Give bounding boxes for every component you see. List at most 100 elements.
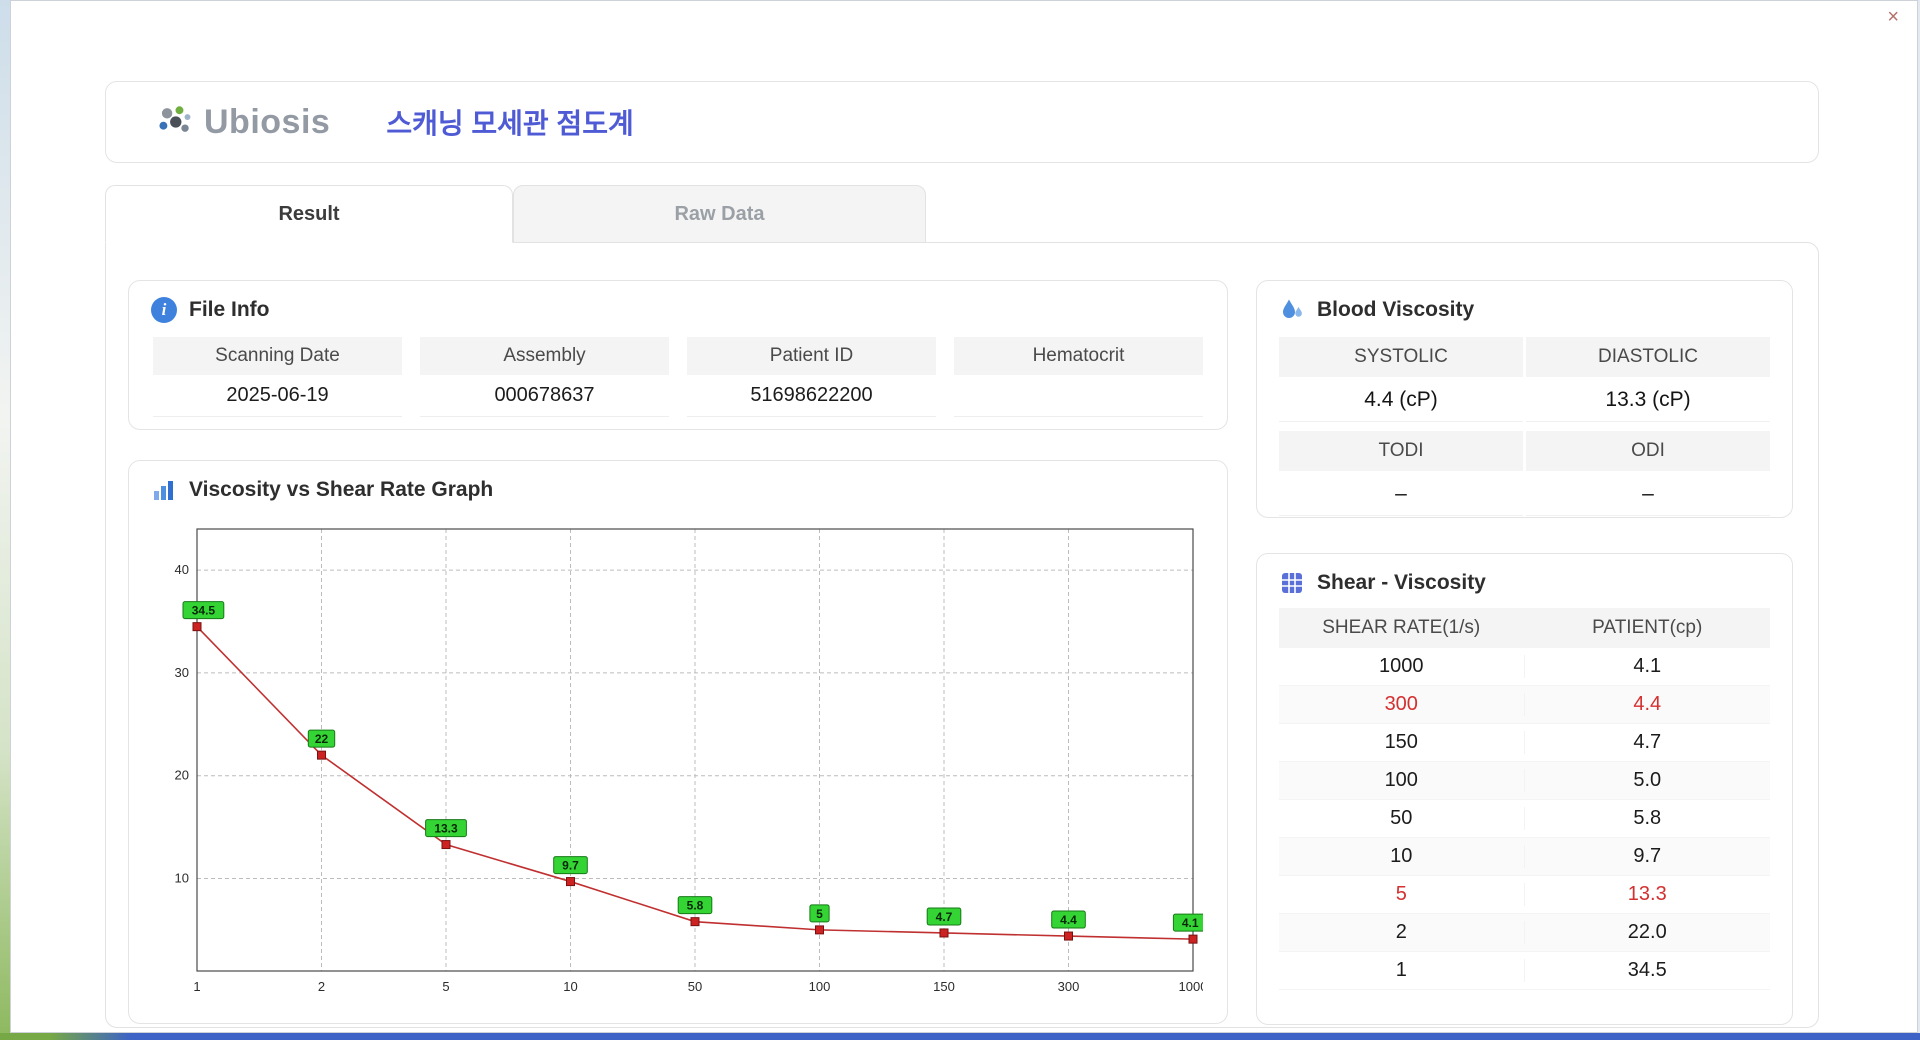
svg-text:40: 40: [175, 562, 189, 577]
blood-viscosity-header: Blood Viscosity: [1257, 281, 1792, 331]
blood-viscosity-group: TODI ODI – –: [1279, 431, 1770, 516]
svg-text:150: 150: [933, 979, 955, 994]
svg-text:5: 5: [442, 979, 449, 994]
field-label: Assembly: [420, 337, 669, 375]
app-window: × Ubiosis 스캐닝 모세관 점도계 Result Raw Data i …: [10, 0, 1918, 1033]
cell-patient: 22.0: [1627, 921, 1667, 943]
droplet-icon: [1283, 299, 1302, 318]
svg-text:34.5: 34.5: [192, 604, 216, 618]
shear-viscosity-table: SHEAR RATE(1/s) PATIENT(cp) 1000 4.1 300 4.…: [1257, 604, 1792, 990]
table-row: 1 34.5: [1279, 952, 1770, 990]
bv-label: DIASTOLIC: [1526, 337, 1770, 377]
table-body: 1000 4.1 300 4.4 150 4.7 100 5.0 50 5.8 10 9.7 5 13.3…: [1279, 648, 1770, 990]
svg-text:30: 30: [175, 665, 189, 680]
shear-viscosity-header: Shear - Viscosity: [1257, 554, 1792, 604]
svg-text:50: 50: [688, 979, 702, 994]
desktop-edge-bottom: [0, 1033, 1920, 1040]
cell-patient: 5.8: [1633, 807, 1662, 829]
svg-text:10: 10: [563, 979, 577, 994]
table-row: 5 13.3: [1279, 876, 1770, 914]
svg-text:22: 22: [315, 732, 329, 746]
file-info-field: Assembly 000678637: [420, 337, 669, 417]
field-label: Scanning Date: [153, 337, 402, 375]
col-shear-rate: SHEAR RATE(1/s): [1279, 617, 1525, 639]
table-row: 10 9.7: [1279, 838, 1770, 876]
field-value: 2025-06-19: [226, 384, 329, 406]
grid-table-icon: [1282, 573, 1302, 593]
svg-text:100: 100: [809, 979, 831, 994]
svg-text:5: 5: [816, 907, 823, 921]
svg-text:4.4: 4.4: [1060, 913, 1077, 927]
table-row: 300 4.4: [1279, 686, 1770, 724]
desktop-edge-left: [0, 0, 10, 1040]
svg-text:4.7: 4.7: [936, 910, 953, 924]
file-info-field: Scanning Date 2025-06-19: [153, 337, 402, 417]
viscosity-chart: 10 20 30 40 1 2 5 10 50 100 150 300 1000 34.5 22 13.3 9.…: [175, 528, 1208, 994]
bv-label: SYSTOLIC: [1279, 337, 1523, 377]
bar-chart-icon: [154, 481, 173, 500]
svg-text:2: 2: [318, 979, 325, 994]
bv-value: 13.3 (cP): [1526, 377, 1770, 422]
ubiosis-logo: Ubiosis: [156, 103, 330, 142]
file-info-field: Hematocrit: [954, 337, 1203, 417]
cell-patient: 4.4: [1633, 693, 1662, 715]
chart-area: 10 20 30 40 1 2 5 10 50 100 150 300 1000 34.5 22 13.3 9.…: [155, 515, 1208, 1001]
graph-title: Viscosity vs Shear Rate Graph: [189, 478, 494, 501]
svg-text:1000: 1000: [1179, 979, 1203, 994]
cell-shear-rate: 5: [1279, 883, 1525, 906]
svg-text:300: 300: [1058, 979, 1080, 994]
cell-shear-rate: 300: [1279, 693, 1525, 716]
shear-viscosity-title: Shear - Viscosity: [1317, 571, 1486, 594]
tab-raw-data[interactable]: Raw Data: [513, 185, 926, 243]
svg-text:10: 10: [175, 870, 189, 885]
field-value: [954, 375, 1203, 416]
cell-patient: 5.0: [1633, 769, 1662, 791]
info-icon: i: [151, 297, 177, 323]
shear-viscosity-card: Shear - Viscosity SHEAR RATE(1/s) PATIEN…: [1256, 553, 1793, 1025]
table-row: 2 22.0: [1279, 914, 1770, 952]
blood-viscosity-card: Blood Viscosity SYSTOLIC DIASTOLIC 4.4 (cP…: [1256, 280, 1793, 518]
file-info-header: i File Info: [129, 281, 1227, 331]
cell-shear-rate: 2: [1279, 921, 1525, 944]
file-info-title: File Info: [189, 298, 270, 321]
file-info-field: Patient ID 51698622200: [687, 337, 936, 417]
tab-result[interactable]: Result: [105, 185, 513, 243]
table-header-row: SHEAR RATE(1/s) PATIENT(cp): [1279, 608, 1770, 648]
table-row: 150 4.7: [1279, 724, 1770, 762]
cell-shear-rate: 1: [1279, 959, 1525, 982]
table-row: 50 5.8: [1279, 800, 1770, 838]
cell-shear-rate: 50: [1279, 807, 1525, 830]
blood-viscosity-group: SYSTOLIC DIASTOLIC 4.4 (cP) 13.3 (cP): [1279, 337, 1770, 422]
svg-text:4.1: 4.1: [1182, 916, 1199, 930]
ubiosis-logo-icon: [159, 106, 191, 132]
file-info-card: i File Info Scanning Date 2025-06-19 Assem…: [128, 280, 1228, 430]
bv-label: TODI: [1279, 431, 1523, 471]
bv-label: ODI: [1526, 431, 1770, 471]
bv-value: –: [1526, 471, 1770, 516]
table-row: 100 5.0: [1279, 762, 1770, 800]
cell-shear-rate: 1000: [1279, 655, 1525, 678]
graph-header: Viscosity vs Shear Rate Graph: [129, 461, 1227, 511]
svg-text:5.8: 5.8: [687, 899, 704, 913]
main-panel: i File Info Scanning Date 2025-06-19 Assem…: [105, 242, 1819, 1028]
cell-shear-rate: 100: [1279, 769, 1525, 792]
cell-patient: 9.7: [1633, 845, 1662, 867]
svg-text:1: 1: [193, 979, 200, 994]
field-value: 51698622200: [750, 384, 873, 406]
blood-viscosity-title: Blood Viscosity: [1317, 298, 1475, 321]
svg-text:13.3: 13.3: [434, 822, 458, 836]
close-button[interactable]: ×: [1887, 7, 1899, 27]
table-row: 1000 4.1: [1279, 648, 1770, 686]
cell-patient: 4.7: [1633, 731, 1662, 753]
cell-patient: 34.5: [1627, 959, 1667, 981]
svg-text:9.7: 9.7: [562, 859, 579, 873]
field-value: 000678637: [494, 384, 595, 406]
graph-card: Viscosity vs Shear Rate Graph 10 20 30 40 1 2…: [128, 460, 1228, 1024]
cell-shear-rate: 150: [1279, 731, 1525, 754]
cell-shear-rate: 10: [1279, 845, 1525, 868]
field-label: Patient ID: [687, 337, 936, 375]
logo-text: Ubiosis: [204, 102, 331, 141]
cell-patient: 13.3: [1627, 883, 1667, 905]
svg-text:20: 20: [175, 768, 189, 783]
header-card: Ubiosis 스캐닝 모세관 점도계: [105, 81, 1819, 163]
